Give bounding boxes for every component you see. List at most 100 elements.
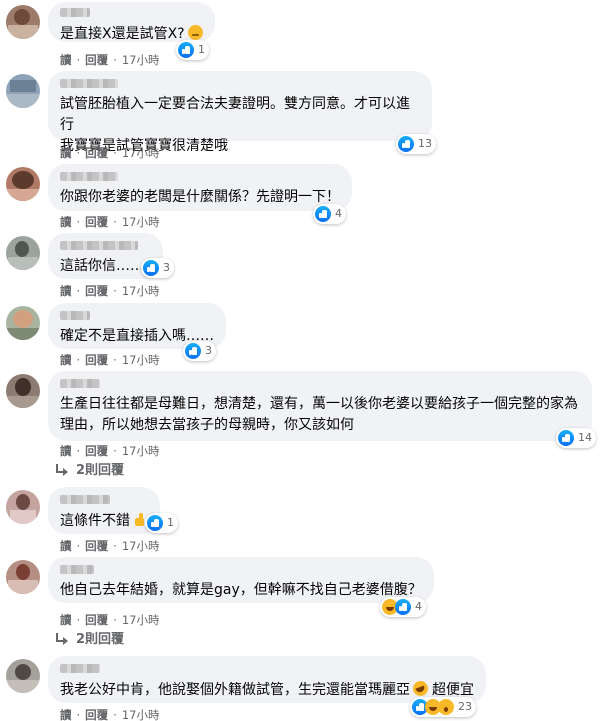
reply-arrow-icon — [56, 632, 68, 645]
reply-link[interactable]: 回覆 — [85, 352, 108, 368]
reaction-summary[interactable]: 4 — [380, 597, 426, 617]
reaction-count: 4 — [415, 600, 422, 613]
timestamp[interactable]: 17小時 — [122, 443, 160, 459]
comment-text: 是直接X還是試管X? — [60, 26, 185, 42]
author-name-blurred[interactable] — [60, 664, 100, 673]
wow-reaction-icon — [438, 699, 454, 715]
reaction-summary[interactable]: 1 — [176, 40, 209, 60]
reply-link[interactable]: 回覆 — [85, 214, 108, 230]
comment-text: 這話你信……? — [60, 258, 152, 274]
timestamp[interactable]: 17小時 — [122, 145, 160, 161]
comment-bubble: 這條件不錯 — [48, 487, 160, 534]
reaction-count: 3 — [205, 344, 212, 357]
comment-bubble: 他自己去年結婚，就算是gay，但幹嘛不找自己老婆借腹？ — [48, 557, 434, 603]
reaction-summary[interactable]: 13 — [396, 134, 436, 154]
author-name-blurred[interactable] — [60, 8, 90, 17]
comment-actions: 讀 · 回覆 · 17小時 — [60, 145, 160, 161]
author-name-blurred[interactable] — [60, 241, 138, 250]
comment-text: 生產日往往都是母難日，想清楚，還有，萬一以後你老婆以要給孩子一個完整的家為 理由… — [60, 396, 578, 433]
comment-text: 他自己去年結婚，就算是gay，但幹嘛不找自己老婆借腹？ — [60, 582, 422, 598]
reply-link[interactable]: 回覆 — [85, 538, 108, 554]
reply-arrow-icon — [56, 463, 68, 476]
reply-link[interactable]: 回覆 — [85, 443, 108, 459]
comment-bubble: 生產日往往都是母難日，想清楚，還有，萬一以後你老婆以要給孩子一個完整的家為 理由… — [48, 371, 592, 441]
like-icon — [395, 599, 411, 615]
replies-count-label: 2則回覆 — [76, 463, 125, 478]
avatar[interactable] — [6, 74, 40, 108]
avatar[interactable] — [6, 560, 40, 594]
reaction-summary[interactable]: 4 — [313, 204, 346, 224]
reaction-count: 3 — [163, 261, 170, 274]
comment-actions: 讀 · 回覆 · 17小時 — [60, 283, 160, 299]
reply-link[interactable]: 回覆 — [85, 707, 108, 721]
comment-bubble: 試管胚胎植入一定要合法夫妻證明。雙方同意。才可以進行 我寶寶是試管寶寶很清楚哦 — [48, 71, 432, 154]
avatar[interactable] — [6, 490, 40, 524]
author-name-blurred[interactable] — [60, 79, 118, 88]
author-name-blurred[interactable] — [60, 172, 118, 181]
reaction-count: 23 — [458, 700, 472, 713]
reaction-summary[interactable]: 14 — [556, 428, 596, 448]
rofl-emoji-icon — [413, 681, 428, 696]
read-link[interactable]: 讀 — [60, 707, 72, 721]
avatar[interactable] — [6, 306, 40, 340]
reply-link[interactable]: 回覆 — [85, 612, 108, 628]
read-link[interactable]: 讀 — [60, 443, 72, 459]
avatar[interactable] — [6, 659, 40, 693]
read-link[interactable]: 讀 — [60, 214, 72, 230]
read-link[interactable]: 讀 — [60, 145, 72, 161]
view-replies-link[interactable]: 2則回覆 — [56, 628, 124, 647]
like-icon — [178, 42, 194, 58]
avatar[interactable] — [6, 374, 40, 408]
reaction-summary[interactable]: 3 — [141, 258, 174, 278]
like-icon — [558, 430, 574, 446]
comment-actions: 讀 · 回覆 · 17小時 — [60, 214, 160, 230]
reply-link[interactable]: 回覆 — [85, 283, 108, 299]
read-link[interactable]: 讀 — [60, 352, 72, 368]
author-name-blurred[interactable] — [60, 495, 110, 504]
read-link[interactable]: 讀 — [60, 52, 72, 68]
comment-actions: 讀 · 回覆 · 17小時 — [60, 538, 160, 554]
timestamp[interactable]: 17小時 — [122, 538, 160, 554]
author-name-blurred[interactable] — [60, 311, 90, 320]
timestamp[interactable]: 17小時 — [122, 283, 160, 299]
read-link[interactable]: 讀 — [60, 283, 72, 299]
view-replies-link[interactable]: 2則回覆 — [56, 459, 124, 478]
avatar[interactable] — [6, 167, 40, 201]
author-name-blurred[interactable] — [60, 379, 100, 388]
comment-text: 你跟你老婆的老闆是什麼關係？先證明一下！ — [60, 189, 340, 205]
reaction-count: 1 — [167, 516, 174, 529]
reaction-summary[interactable]: 23 — [410, 697, 476, 717]
timestamp[interactable]: 17小時 — [122, 352, 160, 368]
timestamp[interactable]: 17小時 — [122, 707, 160, 721]
avatar[interactable] — [6, 236, 40, 270]
timestamp[interactable]: 17小時 — [122, 612, 160, 628]
reaction-summary[interactable]: 1 — [145, 513, 178, 533]
read-link[interactable]: 讀 — [60, 538, 72, 554]
timestamp[interactable]: 17小時 — [122, 52, 160, 68]
comment-actions: 讀 · 回覆 · 17小時 — [60, 52, 160, 68]
like-icon — [185, 343, 201, 359]
reaction-count: 1 — [198, 43, 205, 56]
like-icon — [147, 515, 163, 531]
avatar[interactable] — [6, 5, 40, 39]
like-icon — [315, 206, 331, 222]
comment-text-tail: 超便宜 — [432, 682, 474, 698]
reply-link[interactable]: 回覆 — [85, 52, 108, 68]
comment-text: 我老公好中肯，他說娶個外籍做試管，生完還能當瑪麗亞 — [60, 682, 410, 698]
read-link[interactable]: 讀 — [60, 612, 72, 628]
reply-link[interactable]: 回覆 — [85, 145, 108, 161]
comment-actions: 讀 · 回覆 · 17小時 — [60, 707, 160, 721]
reaction-summary[interactable]: 3 — [183, 341, 216, 361]
comment-bubble: 你跟你老婆的老闆是什麼關係？先證明一下！ — [48, 164, 352, 211]
reaction-count: 13 — [418, 137, 432, 150]
reaction-count: 14 — [578, 431, 592, 444]
replies-count-label: 2則回覆 — [76, 632, 125, 647]
like-icon — [143, 260, 159, 276]
author-name-blurred[interactable] — [60, 565, 94, 574]
timestamp[interactable]: 17小時 — [122, 214, 160, 230]
like-icon — [398, 136, 414, 152]
comment-actions: 讀 · 回覆 · 17小時 — [60, 443, 160, 459]
comment-text: 這條件不錯 — [60, 513, 130, 529]
comment-actions: 讀 · 回覆 · 17小時 — [60, 352, 160, 368]
thinking-face-emoji-icon — [187, 25, 203, 40]
